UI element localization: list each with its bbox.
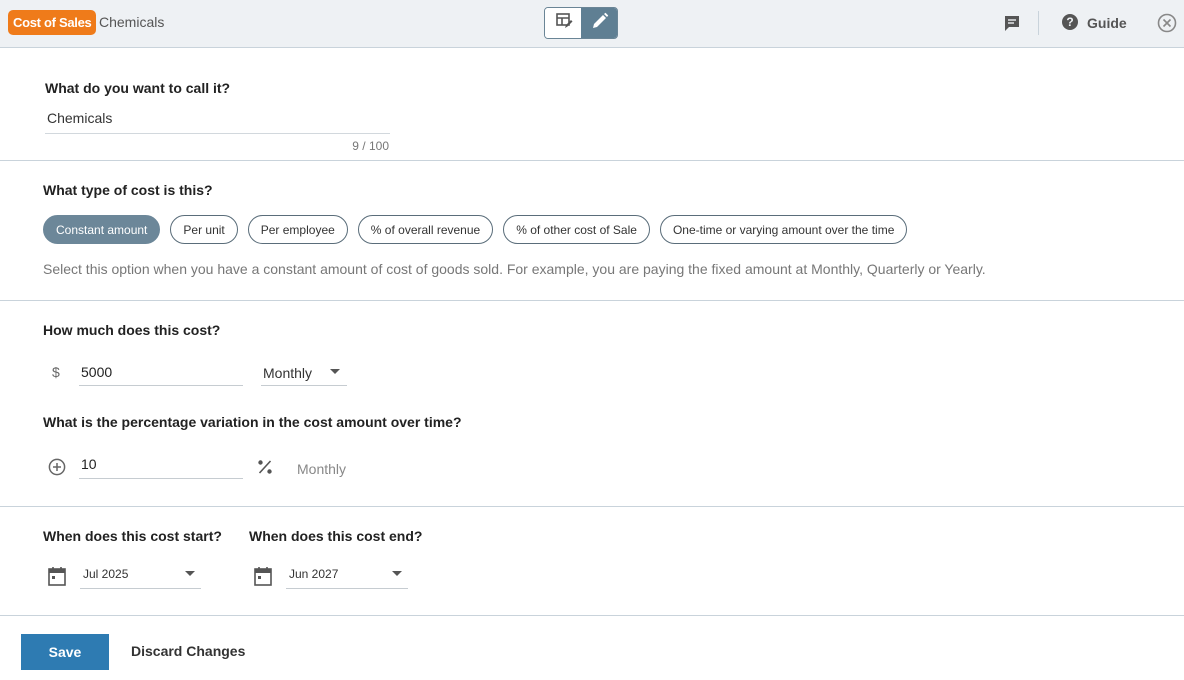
calendar-icon [47, 566, 67, 586]
variation-input[interactable]: 10 [79, 452, 243, 479]
guide-label: Guide [1087, 15, 1127, 31]
end-date-question: When does this cost end? [249, 528, 423, 544]
currency-prefix: $ [52, 364, 60, 380]
help-icon: ? [1061, 13, 1079, 34]
feedback-icon[interactable] [1002, 13, 1022, 33]
svg-text:?: ? [1066, 15, 1073, 29]
save-button[interactable]: Save [21, 634, 109, 670]
view-mode-toggle [544, 7, 618, 39]
frequency-value: Monthly [263, 365, 313, 381]
start-date-question: When does this cost start? [43, 528, 222, 544]
end-date-value: Jun 2027 [289, 567, 339, 581]
calendar-icon [253, 566, 273, 586]
option-one-time-varying[interactable]: One-time or varying amount over the time [659, 215, 908, 244]
section-divider [0, 300, 1184, 301]
cost-type-question: What type of cost is this? [43, 182, 213, 198]
variation-question: What is the percentage variation in the … [43, 414, 462, 430]
end-date-select[interactable]: Jun 2027 [286, 563, 408, 589]
name-input[interactable]: Chemicals [45, 108, 390, 134]
section-divider [0, 160, 1184, 161]
section-divider [0, 506, 1184, 507]
chevron-down-icon [330, 369, 340, 374]
guide-button[interactable]: ? Guide [1061, 12, 1127, 34]
option-constant-amount[interactable]: Constant amount [43, 215, 161, 244]
plus-circle-icon[interactable] [47, 457, 67, 477]
option-percent-other-cost[interactable]: % of other cost of Sale [503, 215, 650, 244]
top-bar: Cost of Sales Chemicals ? Guide [0, 0, 1184, 48]
cost-amount-question: How much does this cost? [43, 322, 221, 338]
category-badge: Cost of Sales [8, 10, 97, 35]
table-view-button[interactable] [545, 8, 582, 38]
option-per-employee[interactable]: Per employee [247, 215, 348, 244]
option-per-unit[interactable]: Per unit [170, 215, 238, 244]
character-counter: 9 / 100 [352, 139, 389, 153]
percent-icon [256, 458, 274, 476]
start-date-value: Jul 2025 [83, 567, 129, 581]
close-icon[interactable] [1156, 12, 1178, 34]
variation-frequency: Monthly [297, 461, 347, 477]
cost-amount-input[interactable]: 5000 [79, 360, 243, 386]
frequency-select[interactable]: Monthly [261, 360, 347, 386]
start-date-select[interactable]: Jul 2025 [80, 563, 201, 589]
cost-type-options: Constant amount Per unit Per employee % … [43, 215, 908, 244]
name-question: What do you want to call it? [45, 80, 231, 96]
section-divider [0, 615, 1184, 616]
page-title: Chemicals [99, 14, 165, 30]
table-edit-icon [555, 12, 573, 35]
cost-type-hint: Select this option when you have a const… [43, 261, 986, 277]
chevron-down-icon [392, 571, 402, 576]
pencil-icon [591, 12, 609, 35]
option-percent-overall-revenue[interactable]: % of overall revenue [357, 215, 494, 244]
header-divider [1038, 11, 1039, 35]
discard-changes-button[interactable]: Discard Changes [131, 643, 245, 659]
chevron-down-icon [185, 571, 195, 576]
edit-view-button[interactable] [581, 8, 617, 38]
